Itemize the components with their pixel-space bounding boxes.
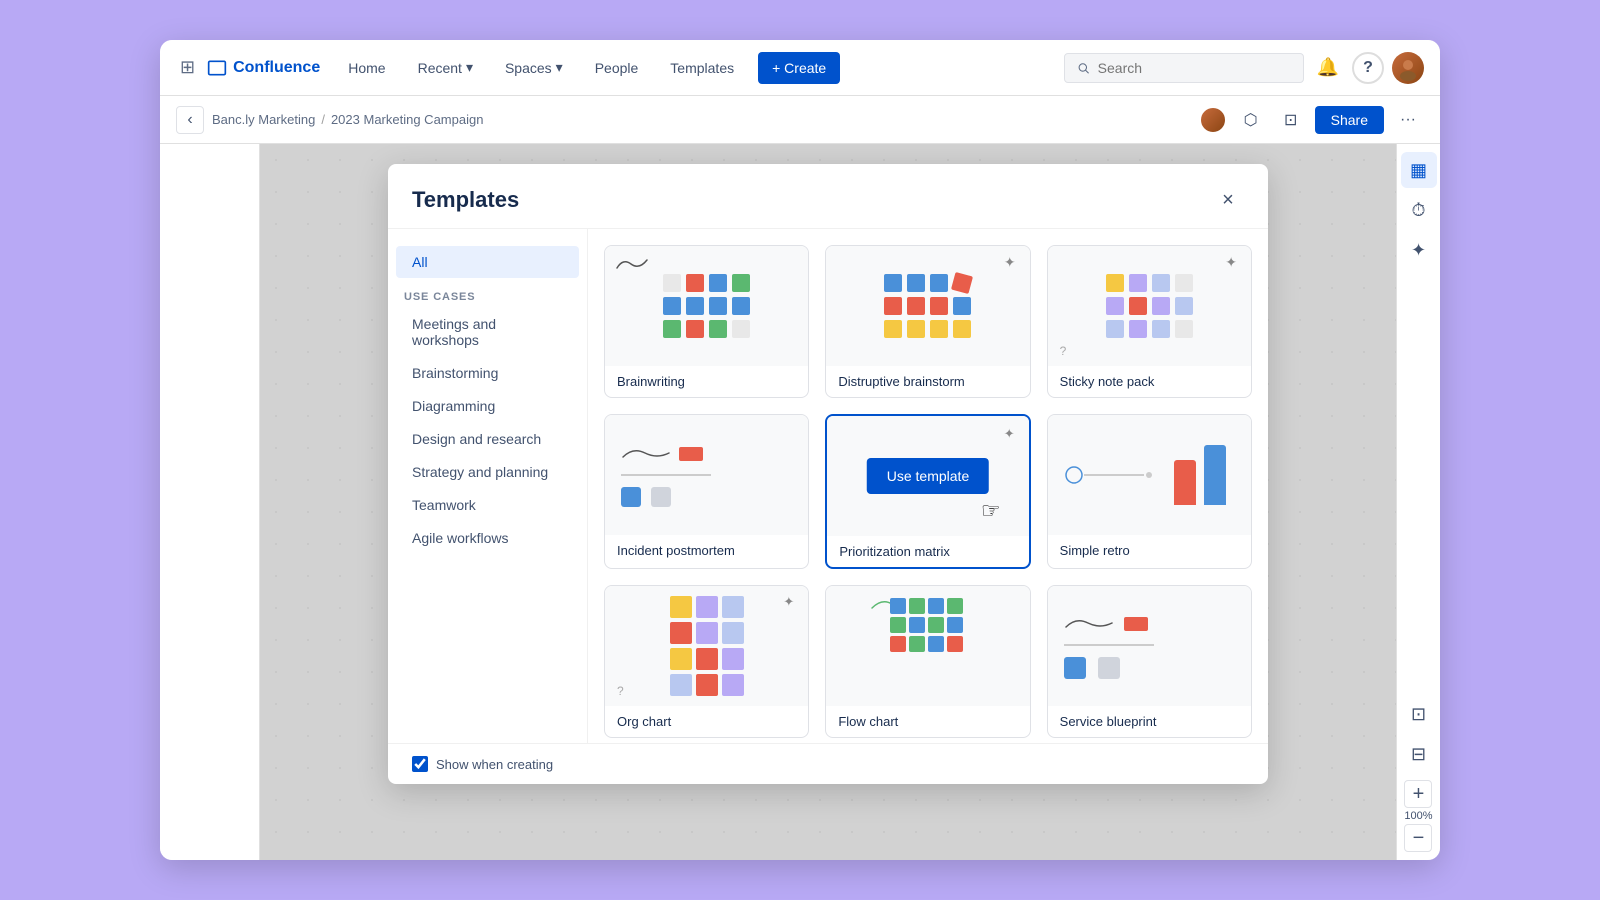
sidebar (160, 144, 260, 860)
right-panel-select1-button[interactable]: ⊡ (1401, 696, 1437, 732)
zoom-controls: + 100% − (1404, 780, 1432, 852)
cursor-icon: ☞ (981, 498, 1001, 524)
template-grid-area: Brainwriting (588, 229, 1268, 743)
sidebar-toggle[interactable]: ‹ (176, 106, 204, 134)
template-grid: Brainwriting (604, 245, 1252, 738)
template-thumb-simple-retro (1048, 415, 1251, 535)
templates-modal: Templates × All USE CASES (388, 164, 1268, 784)
template-label-prioritization: Prioritization matrix (827, 536, 1028, 567)
sidebar-item-agile[interactable]: Agile workflows (396, 522, 579, 554)
template-label-org-chart: Org chart (605, 706, 808, 737)
template-label-brainwriting: Brainwriting (605, 366, 808, 397)
modal-title: Templates (412, 187, 1212, 213)
right-panel: ▦ ⏱ ✦ ⊡ ⊟ + 100% − (1396, 144, 1440, 860)
main-area: Templates × All USE CASES (160, 144, 1440, 860)
template-label-distruptive: Distruptive brainstorm (826, 366, 1029, 397)
template-label-flow-chart: Flow chart (826, 706, 1029, 737)
modal-body: All USE CASES Meetings and workshops Bra… (388, 229, 1268, 743)
use-cases-section-label: USE CASES (388, 279, 587, 307)
sidebar-item-meetings[interactable]: Meetings and workshops (396, 308, 579, 356)
toolbar-row: ‹ Banc.ly Marketing / 2023 Marketing Cam… (160, 96, 1440, 144)
template-thumb-sticky: ✦ ? (1048, 246, 1251, 366)
template-label-simple-retro: Simple retro (1048, 535, 1251, 566)
zoom-level: 100% (1404, 810, 1432, 822)
template-thumb-flow-chart (826, 586, 1029, 706)
collaborator-avatar (1199, 106, 1227, 134)
breadcrumb-child[interactable]: 2023 Marketing Campaign (331, 112, 483, 127)
sidebar-item-design[interactable]: Design and research (396, 423, 579, 455)
logo-text: Confluence (233, 59, 320, 77)
breadcrumb-separator: / (321, 112, 325, 127)
modal-header: Templates × (388, 164, 1268, 229)
modal-overlay: Templates × All USE CASES (260, 144, 1396, 860)
template-thumb-service-blueprint (1048, 586, 1251, 706)
nav-templates[interactable]: Templates (658, 52, 746, 84)
notifications-button[interactable]: 🔔 (1312, 52, 1344, 84)
help-button[interactable]: ? (1352, 52, 1384, 84)
right-panel-select2-button[interactable]: ⊟ (1401, 736, 1437, 772)
template-card-distruptive[interactable]: ✦ Distruptive brainstorm (825, 245, 1030, 398)
template-card-flow-chart[interactable]: Flow chart (825, 585, 1030, 738)
sidebar-item-diagramming[interactable]: Diagramming (396, 390, 579, 422)
zoom-in-button[interactable]: + (1404, 780, 1432, 808)
template-thumb-incident (605, 415, 808, 535)
search-bar[interactable] (1064, 53, 1304, 83)
search-input[interactable] (1098, 60, 1291, 76)
template-thumb-distruptive: ✦ (826, 246, 1029, 366)
right-panel-timer-button[interactable]: ⏱ (1401, 192, 1437, 228)
template-card-brainwriting[interactable]: Brainwriting (604, 245, 809, 398)
template-card-simple-retro[interactable]: Simple retro (1047, 414, 1252, 569)
template-thumb-prioritization: ✦ Use template ☞ (827, 416, 1028, 536)
sidebar-item-strategy[interactable]: Strategy and planning (396, 456, 579, 488)
user-avatar[interactable] (1392, 52, 1424, 84)
modal-footer: Show when creating (388, 743, 1268, 784)
share-button[interactable]: Share (1315, 106, 1384, 134)
breadcrumb-root[interactable]: Banc.ly Marketing (212, 112, 315, 127)
template-card-prioritization[interactable]: ✦ Use template ☞ Prioritization matrix (825, 414, 1030, 569)
template-card-service-blueprint[interactable]: Service blueprint (1047, 585, 1252, 738)
toolbar-save-icon[interactable]: ⊡ (1275, 104, 1307, 136)
search-icon (1077, 61, 1090, 75)
canvas-area[interactable]: Templates × All USE CASES (260, 144, 1396, 860)
sidebar-item-teamwork[interactable]: Teamwork (396, 489, 579, 521)
zoom-out-button[interactable]: − (1404, 824, 1432, 852)
logo[interactable]: Confluence (207, 58, 320, 78)
template-label-service-blueprint: Service blueprint (1048, 706, 1251, 737)
right-panel-star-button[interactable]: ✦ (1401, 232, 1437, 268)
template-card-sticky[interactable]: ✦ ? Sticky note pack (1047, 245, 1252, 398)
show-when-creating-label: Show when creating (436, 757, 553, 772)
template-label-sticky: Sticky note pack (1048, 366, 1251, 397)
nav-home[interactable]: Home (336, 52, 397, 84)
collaborator-avatars (1205, 106, 1227, 134)
chevron-down-icon: ▾ (466, 59, 473, 76)
nav-recent[interactable]: Recent ▾ (406, 51, 485, 84)
grid-icon[interactable]: ⊞ (176, 53, 199, 82)
use-template-button[interactable]: Use template (867, 458, 989, 494)
template-thumb-brainwriting (605, 246, 808, 366)
chevron-down-icon: ▾ (556, 59, 563, 76)
modal-sidebar: All USE CASES Meetings and workshops Bra… (388, 229, 588, 743)
create-button[interactable]: + Create (758, 52, 840, 84)
breadcrumb: Banc.ly Marketing / 2023 Marketing Campa… (212, 112, 483, 127)
more-options-button[interactable]: ··· (1392, 104, 1424, 136)
template-card-org-chart[interactable]: ✦ ? Org chart (604, 585, 809, 738)
sidebar-item-all[interactable]: All (396, 246, 579, 278)
template-label-incident: Incident postmortem (605, 535, 808, 566)
app-window: ⊞ Confluence Home Recent ▾ Spaces ▾ Peop… (160, 40, 1440, 860)
template-thumb-org-chart: ✦ ? (605, 586, 808, 706)
navbar: ⊞ Confluence Home Recent ▾ Spaces ▾ Peop… (160, 40, 1440, 96)
modal-close-button[interactable]: × (1212, 184, 1244, 216)
nav-spaces[interactable]: Spaces ▾ (493, 51, 575, 84)
template-card-incident[interactable]: Incident postmortem (604, 414, 809, 569)
show-when-creating-checkbox[interactable] (412, 756, 428, 772)
right-panel-grid-button[interactable]: ▦ (1401, 152, 1437, 188)
sidebar-item-brainstorming[interactable]: Brainstorming (396, 357, 579, 389)
toolbar-share-icon[interactable]: ⬡ (1235, 104, 1267, 136)
nav-people[interactable]: People (583, 52, 651, 84)
